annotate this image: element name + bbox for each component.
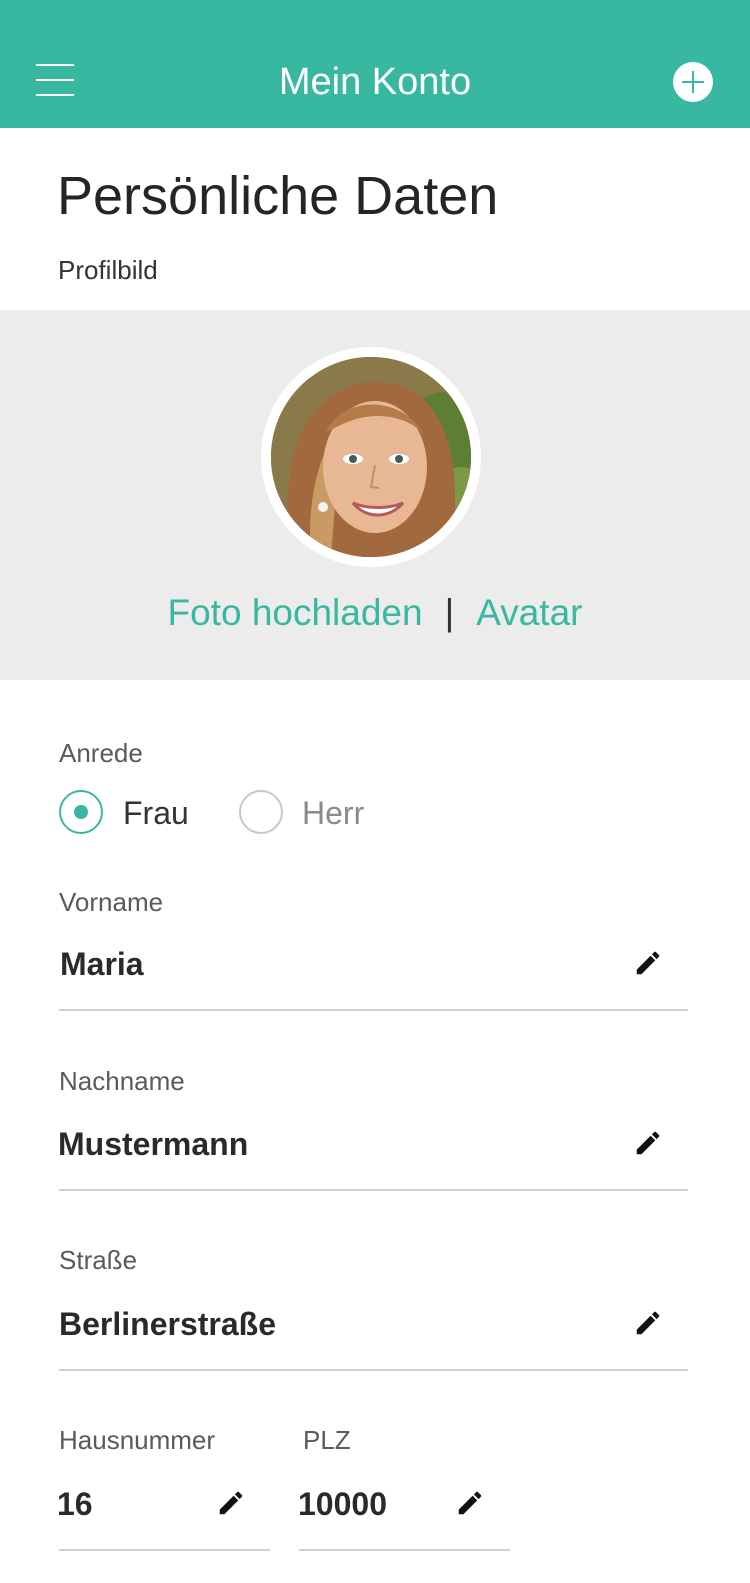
salutation-label: Anrede bbox=[59, 738, 143, 768]
salutation-radio-frau[interactable] bbox=[59, 790, 103, 834]
avatar bbox=[271, 357, 471, 557]
profile-picture-label: Profilbild bbox=[58, 255, 158, 285]
profile-photo bbox=[271, 357, 471, 557]
plus-circle-icon[interactable] bbox=[673, 62, 713, 102]
last-name-field[interactable]: Mustermann bbox=[58, 1124, 248, 1164]
photo-actions: Foto hochladen | Avatar bbox=[0, 590, 750, 636]
header-title: Mein Konto bbox=[278, 61, 472, 103]
first-name-label: Vorname bbox=[59, 887, 164, 917]
postal-code-label: PLZ bbox=[303, 1425, 351, 1455]
first-name-underline bbox=[59, 1009, 688, 1011]
avatar-link[interactable]: Avatar bbox=[476, 592, 582, 633]
app-header: Mein Konto bbox=[0, 0, 750, 128]
first-name-field[interactable]: Maria bbox=[60, 944, 144, 984]
page-title: Persönliche Daten bbox=[57, 166, 499, 226]
upload-photo-link[interactable]: Foto hochladen bbox=[168, 592, 423, 633]
pencil-icon[interactable] bbox=[455, 1488, 485, 1518]
pencil-icon[interactable] bbox=[633, 1128, 663, 1158]
salutation-option-herr-label: Herr bbox=[302, 795, 365, 831]
house-number-label: Hausnummer bbox=[59, 1425, 216, 1455]
house-number-field[interactable]: 16 bbox=[57, 1484, 93, 1524]
street-label: Straße bbox=[59, 1245, 138, 1275]
profile-photo-section: Foto hochladen | Avatar bbox=[0, 310, 750, 680]
postal-code-field[interactable]: 10000 bbox=[298, 1484, 387, 1524]
postal-code-underline bbox=[299, 1549, 510, 1551]
pencil-icon[interactable] bbox=[633, 948, 663, 978]
pencil-icon[interactable] bbox=[633, 1308, 663, 1338]
street-field[interactable]: Berlinerstraße bbox=[59, 1304, 276, 1344]
salutation-radio-herr[interactable] bbox=[239, 790, 283, 834]
pencil-icon[interactable] bbox=[216, 1488, 246, 1518]
last-name-underline bbox=[59, 1189, 688, 1191]
last-name-label: Nachname bbox=[59, 1066, 185, 1096]
avatar-frame bbox=[261, 347, 481, 567]
house-number-underline bbox=[59, 1549, 270, 1551]
salutation-option-frau-label: Frau bbox=[123, 795, 189, 831]
street-underline bbox=[59, 1369, 688, 1371]
photo-actions-separator: | bbox=[444, 592, 455, 633]
